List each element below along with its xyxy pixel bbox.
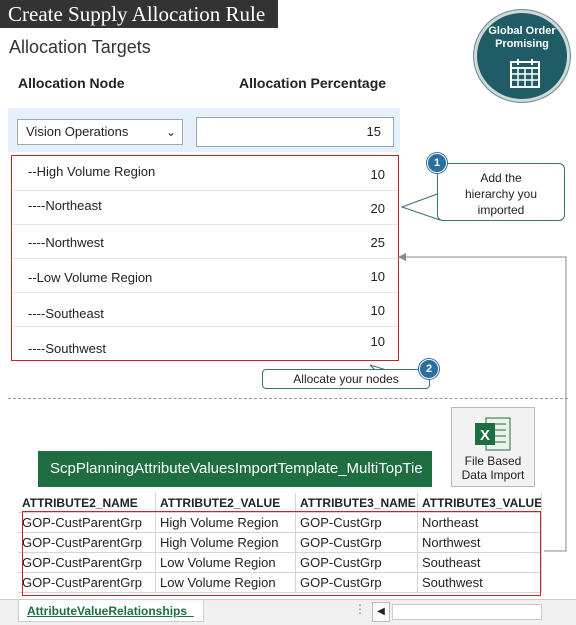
callout-allocate: Allocate your nodes — [262, 369, 430, 389]
callout-hierarchy: Add the hierarchy you imported — [437, 163, 565, 221]
more-icon[interactable]: ⋮ — [354, 602, 366, 616]
divider — [8, 398, 568, 399]
file-button-label: File Based Data Import — [461, 454, 525, 482]
sheet-tab-bar: AttributeValueRelationships_ ⋮ ◀ — [0, 599, 576, 625]
callout-text: Add the hierarchy you imported — [464, 171, 538, 217]
step-number-2: 2 — [419, 359, 439, 379]
spreadsheet-title: ScpPlanningAttributeValuesImportTemplate… — [38, 451, 432, 487]
sheet-tab[interactable]: AttributeValueRelationships_ — [18, 600, 204, 622]
file-based-data-import-button[interactable]: X File Based Data Import — [451, 407, 535, 487]
highlight-box — [22, 511, 541, 596]
column-header: ATTRIBUTE2_VALUE — [156, 493, 296, 513]
callout-text: Allocate your nodes — [293, 372, 399, 386]
step-number-1: 1 — [427, 153, 447, 173]
column-header: ATTRIBUTE2_NAME — [18, 493, 156, 513]
column-header: ATTRIBUTE3_VALUE — [418, 493, 542, 513]
horizontal-scrollbar[interactable] — [392, 604, 542, 620]
svg-text:X: X — [480, 427, 490, 444]
column-header: ATTRIBUTE3_NAME — [296, 493, 418, 513]
scroll-left-icon[interactable]: ◀ — [372, 602, 390, 622]
excel-icon: X — [475, 417, 511, 451]
spreadsheet-header-row: ATTRIBUTE2_NAME ATTRIBUTE2_VALUE ATTRIBU… — [18, 493, 542, 513]
